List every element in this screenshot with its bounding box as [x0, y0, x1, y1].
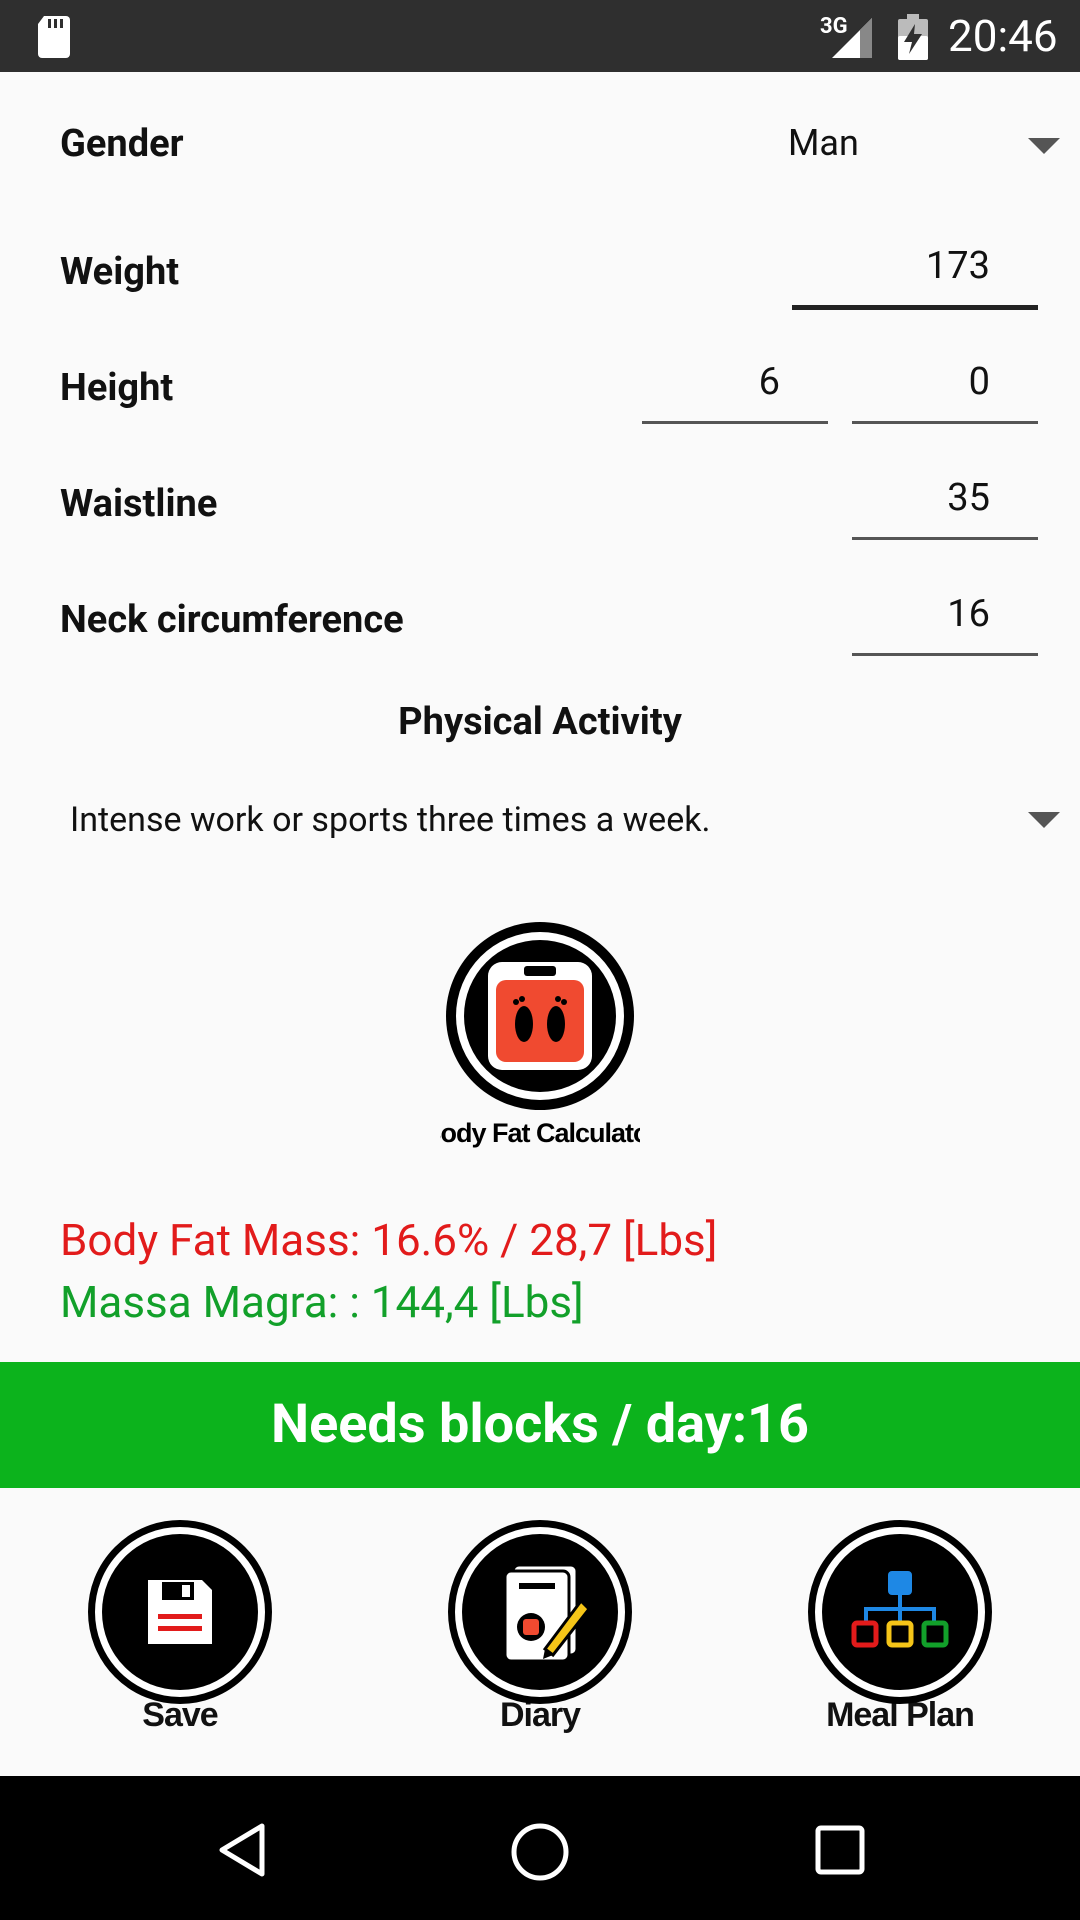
signal-icon [832, 18, 872, 58]
recent-apps-icon[interactable] [810, 1820, 870, 1880]
status-bar: 3G 20:46 [0, 0, 1080, 72]
home-icon[interactable] [508, 1820, 572, 1884]
battery-icon [898, 14, 928, 60]
weight-label: Weight [60, 250, 180, 294]
chevron-down-icon [1028, 812, 1060, 828]
app-logo: Body Fat Calculator [422, 920, 661, 1150]
activity-value[interactable]: Intense work or sports three times a wee… [70, 800, 710, 840]
physical-activity-title: Physical Activity [398, 700, 682, 744]
waistline-input[interactable]: 35 [852, 476, 1038, 540]
input-underline [852, 421, 1038, 424]
hierarchy-icon [851, 1571, 949, 1648]
clock: 20:46 [948, 10, 1058, 62]
gender-label: Gender [60, 122, 184, 166]
back-icon[interactable] [212, 1820, 272, 1880]
height-label: Height [60, 366, 174, 410]
waistline-value: 35 [947, 476, 990, 520]
input-underline [852, 653, 1038, 656]
meal-plan-button-circle [808, 1520, 992, 1704]
navigation-bar [0, 1776, 1080, 1920]
neck-circumference-value: 16 [947, 592, 990, 636]
neck-circumference-input[interactable]: 16 [852, 592, 1038, 656]
scale-icon: Body Fat Calculator [422, 922, 661, 1148]
height-feet-input[interactable]: 6 [642, 360, 828, 424]
save-button[interactable]: Save [85, 1520, 275, 1740]
sd-card-icon [38, 16, 70, 58]
weight-value: 173 [925, 244, 990, 288]
diary-button-circle [448, 1520, 632, 1704]
diary-icon [503, 1563, 591, 1663]
logo-caption: Body Fat Calculator [440, 1118, 640, 1148]
gender-value[interactable]: Man [788, 122, 859, 164]
meal-plan-button[interactable]: Meal Plan [805, 1520, 995, 1740]
waistline-label: Waistline [60, 482, 218, 526]
input-underline [642, 421, 828, 424]
neck-circumference-label: Neck circumference [60, 598, 404, 642]
input-underline [792, 305, 1038, 310]
chevron-down-icon [1028, 138, 1060, 154]
height-inches-value: 0 [968, 360, 990, 404]
save-button-circle [88, 1520, 272, 1704]
diary-button[interactable]: Diary [445, 1520, 635, 1740]
lean-mass-result: Massa Magra: : 144,4 [Lbs] [60, 1276, 584, 1328]
body-fat-mass-result: Body Fat Mass: 16.6% / 28,7 [Lbs] [60, 1214, 718, 1266]
input-underline [852, 537, 1038, 540]
weight-input[interactable]: 173 [792, 244, 1038, 310]
blocks-per-day-banner: Needs blocks / day:16 [0, 1362, 1080, 1488]
height-feet-value: 6 [758, 360, 780, 404]
height-inches-input[interactable]: 0 [852, 360, 1038, 424]
floppy-disk-icon [148, 1580, 212, 1644]
